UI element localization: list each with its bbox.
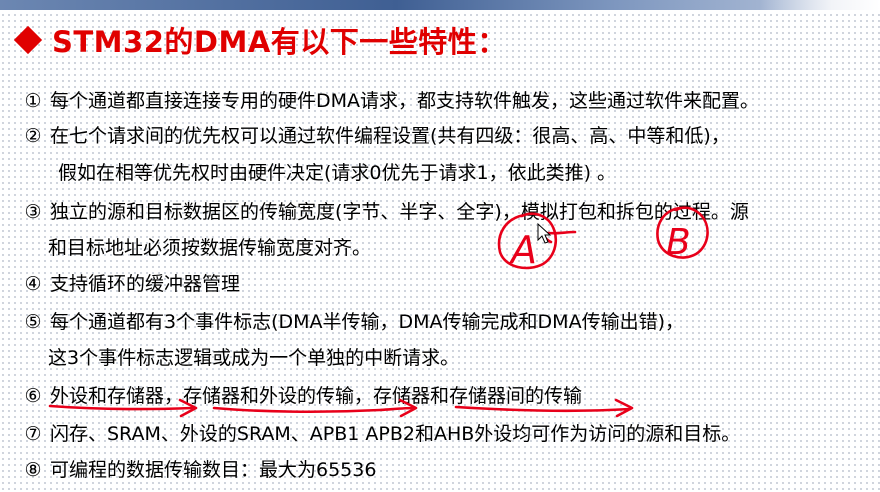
item-text: 可编程的数据传输数目：最大为65536 bbox=[50, 459, 377, 481]
item-text: 支持循环的缓冲器管理 bbox=[50, 273, 241, 295]
slide-title-row: STM32的DMA有以下一些特性： bbox=[12, 16, 507, 64]
list-item-5-continuation: 这3个事件标志逻辑或成为一个单独的中断请求。 bbox=[48, 346, 459, 370]
annotation-stroke bbox=[546, 230, 577, 235]
list-item-3: ③ 独立的源和目标数据区的传输宽度(字节、半字、全字)，模拟打包和拆包的过程。源 bbox=[22, 200, 749, 224]
item-text: 每个通道都直接连接专用的硬件DMA请求，都支持软件触发，这些通过软件来配置。 bbox=[50, 90, 760, 112]
item-text: 闪存、SRAM、外设的SRAM、APB1 APB2和AHB外设均可作为访问的源和… bbox=[50, 423, 741, 445]
list-item-5: ⑤ 每个通道都有3个事件标志(DMA半传输，DMA传输完成和DMA传输出错)， bbox=[22, 310, 684, 334]
list-item-6: ⑥ 外设和存储器，存储器和外设的传输，存储器和存储器间的传输 bbox=[22, 384, 582, 408]
item-number: ⑧ bbox=[24, 459, 42, 481]
list-item-4: ④ 支持循环的缓冲器管理 bbox=[22, 272, 240, 296]
item-text: 每个通道都有3个事件标志(DMA半传输，DMA传输完成和DMA传输出错)， bbox=[50, 311, 684, 333]
item-number: ⑥ bbox=[24, 385, 42, 407]
list-item-7: ⑦ 闪存、SRAM、外设的SRAM、APB1 APB2和AHB外设均可作为访问的源… bbox=[22, 422, 740, 446]
annotation-underline-2 bbox=[212, 406, 416, 414]
slide-title: STM32的DMA有以下一些特性： bbox=[52, 25, 507, 59]
item-number: ④ bbox=[24, 273, 42, 295]
slide-canvas: STM32的DMA有以下一些特性： ① 每个通道都直接连接专用的硬件DMA请求，都… bbox=[0, 0, 880, 492]
annotation-arrow-3 bbox=[614, 398, 634, 418]
item-number: ⑦ bbox=[24, 423, 42, 445]
annotation-label-b: B bbox=[666, 222, 691, 263]
mouse-cursor-icon bbox=[537, 222, 552, 244]
item-text: 外设和存储器，存储器和外设的传输，存储器和存储器间的传输 bbox=[50, 385, 583, 407]
list-item-3-continuation: 和目标地址必须按数据传输宽度对齐。 bbox=[48, 236, 371, 260]
item-number: ⑤ bbox=[24, 311, 42, 333]
slide-top-bar bbox=[0, 0, 880, 10]
item-text-continuation: 和目标地址必须按数据传输宽度对齐。 bbox=[48, 237, 372, 259]
item-text: 独立的源和目标数据区的传输宽度(字节、半字、全字)，模拟打包和拆包的过程。源 bbox=[50, 201, 749, 223]
item-text-continuation: 假如在相等优先权时由硬件决定(请求0优先于请求1，依此类推) 。 bbox=[58, 162, 617, 184]
list-item-2-continuation: 假如在相等优先权时由硬件决定(请求0优先于请求1，依此类推) 。 bbox=[58, 161, 616, 185]
item-text-continuation: 这3个事件标志逻辑或成为一个单独的中断请求。 bbox=[48, 347, 460, 369]
item-number: ① bbox=[24, 90, 42, 112]
list-item-1: ① 每个通道都直接连接专用的硬件DMA请求，都支持软件触发，这些通过软件来配置。 bbox=[22, 89, 759, 113]
item-number: ③ bbox=[24, 201, 42, 223]
item-number: ② bbox=[24, 125, 42, 147]
annotation-label-a: A bbox=[508, 228, 537, 272]
list-item-2: ② 在七个请求间的优先权可以通过软件编程设置(共有四级：很高、高、中等和低)， bbox=[22, 124, 730, 148]
annotation-scribble bbox=[538, 230, 553, 244]
diamond-bullet-icon bbox=[13, 25, 43, 55]
list-item-8: ⑧ 可编程的数据传输数目：最大为65536 bbox=[22, 458, 376, 482]
slide-top-bar-fade bbox=[760, 0, 880, 10]
item-text: 在七个请求间的优先权可以通过软件编程设置(共有四级：很高、高、中等和低)， bbox=[50, 125, 730, 147]
